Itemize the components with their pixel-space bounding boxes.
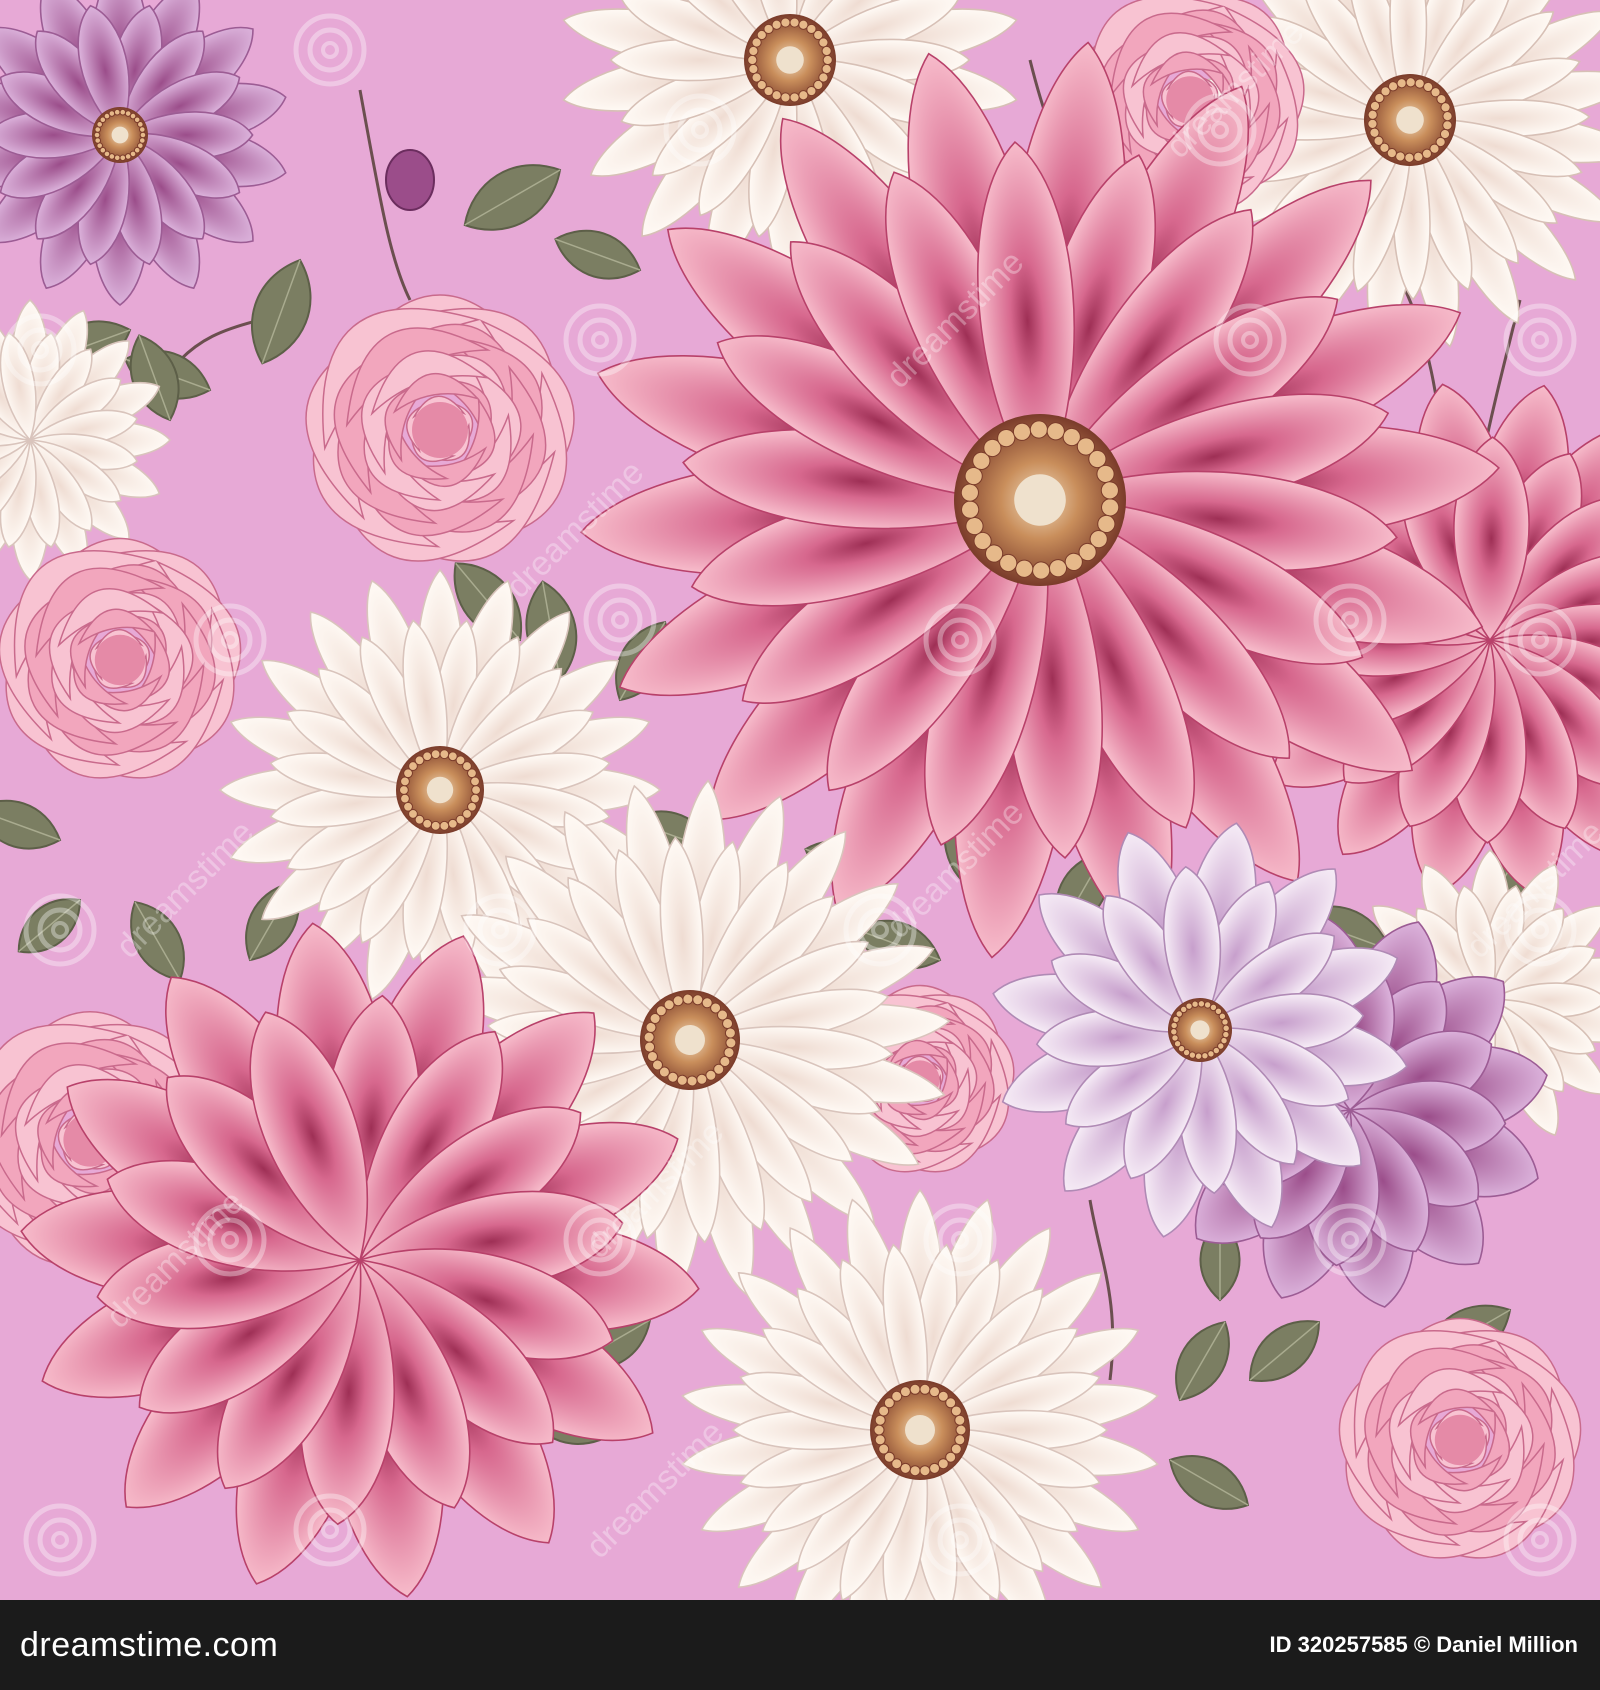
stock-footer-bar: dreamstime.com ID 320257585 © Daniel Mil… <box>0 1600 1600 1690</box>
image-credit: ID 320257585 © Daniel Million <box>1269 1632 1578 1657</box>
stock-photo: dreamstime dreamstime dreamstime dreamstime… <box>0 0 1600 1690</box>
site-name[interactable]: dreamstime.com <box>20 1626 278 1665</box>
floral-pattern-image <box>0 0 1600 1600</box>
flower-bud <box>385 149 435 211</box>
